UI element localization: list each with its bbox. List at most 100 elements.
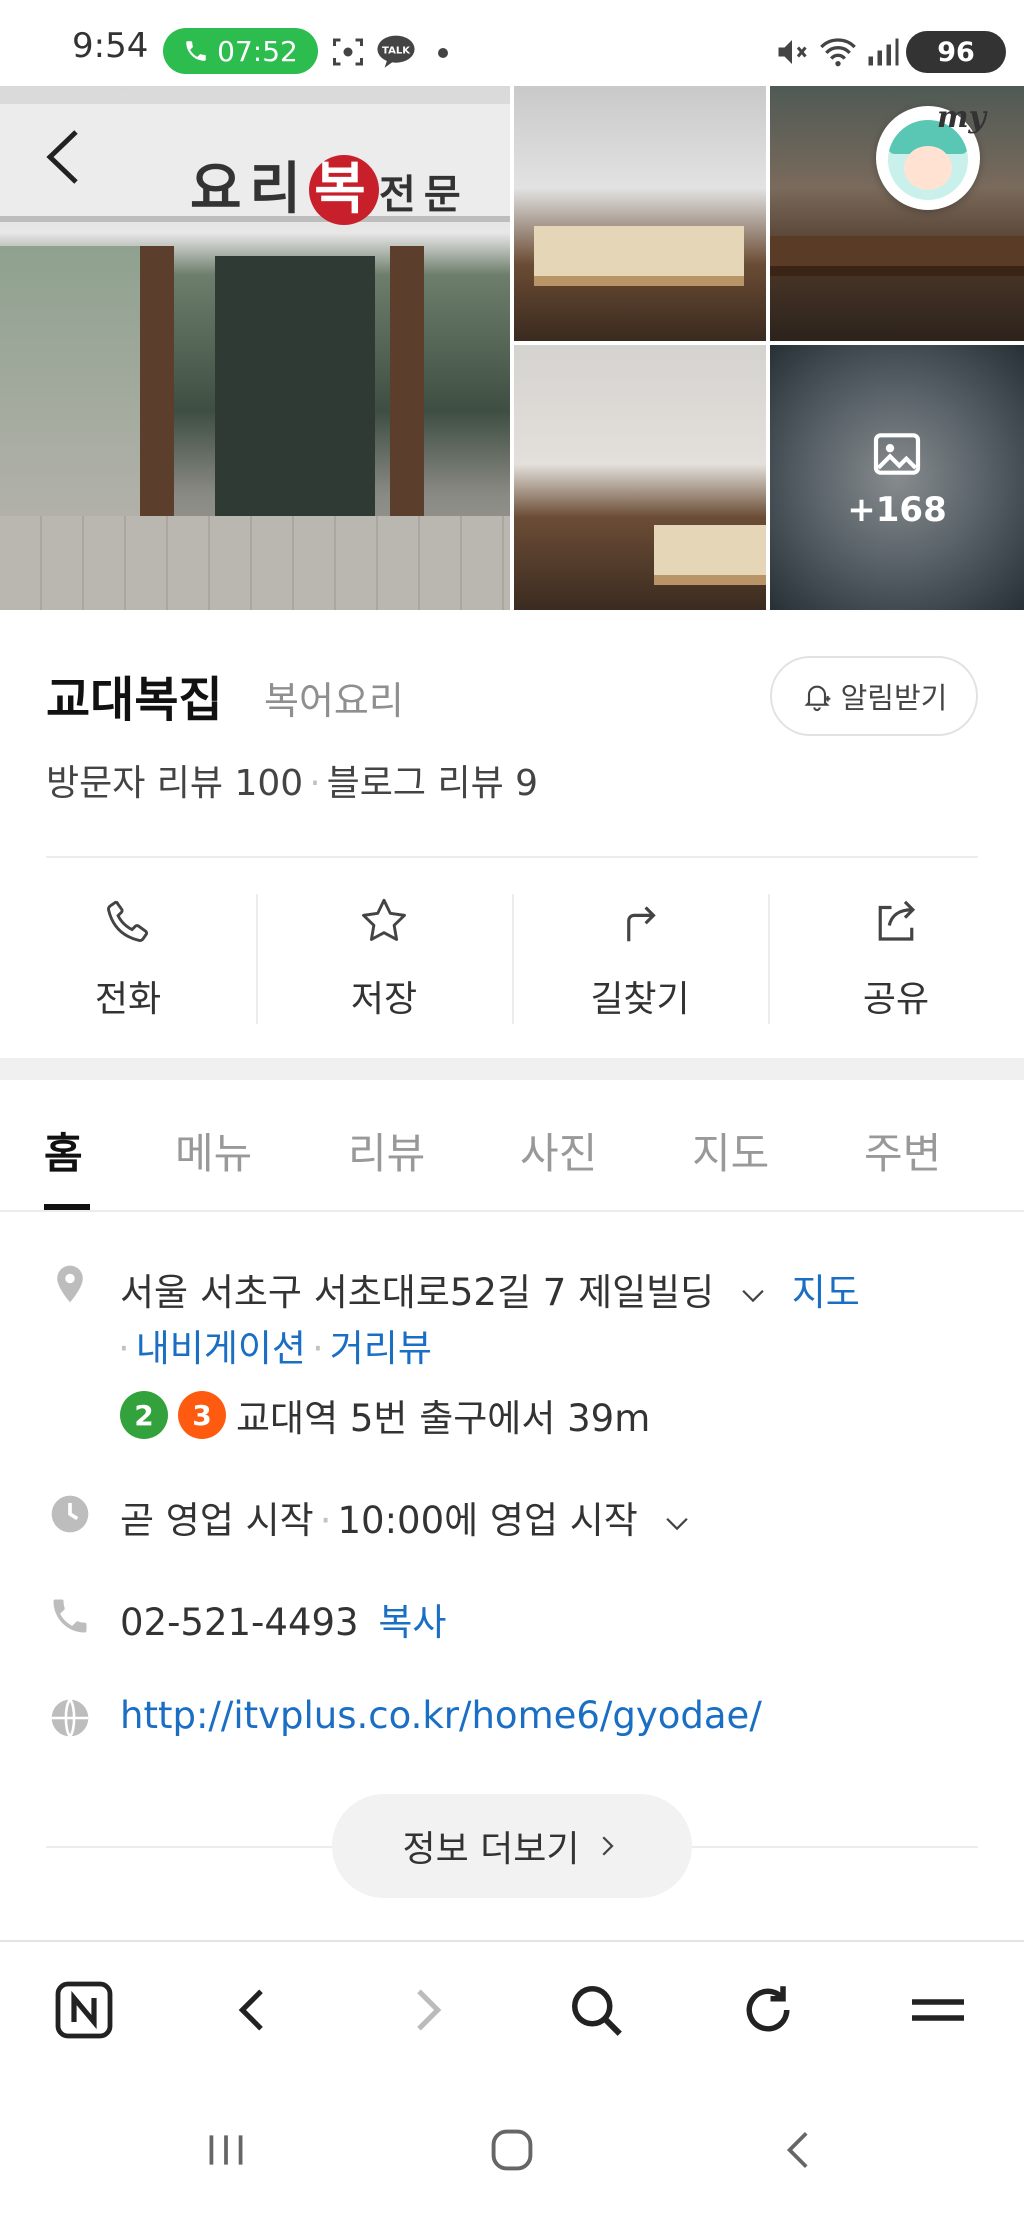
subway-info: 2 3 교대역 5번 출구에서 39m — [120, 1388, 650, 1442]
chevron-down-icon[interactable] — [660, 1506, 694, 1540]
menu-icon — [912, 1999, 964, 2021]
phone-row: 02-521-4493 복사 — [120, 1592, 446, 1646]
storefront-pillar — [390, 246, 424, 516]
browser-back-button[interactable] — [222, 1978, 286, 2042]
home-icon — [491, 2129, 533, 2171]
directions-icon — [627, 906, 656, 942]
tab-home[interactable]: 홈 — [44, 1120, 83, 1181]
browser-menu-button[interactable] — [906, 1978, 970, 2042]
navigation-link[interactable]: 내비게이션 — [136, 1327, 306, 1370]
call-button[interactable]: 전화 — [0, 858, 256, 1058]
storefront-door — [215, 256, 375, 516]
chevron-down-icon[interactable] — [736, 1278, 770, 1312]
section-gap — [0, 1058, 1024, 1080]
save-label: 저장 — [350, 979, 418, 1020]
address-links: · 내비게이션 · 거리뷰 — [118, 1327, 432, 1370]
naver-home-button[interactable] — [52, 1978, 116, 2042]
alarm-label: 알림받기 — [840, 681, 948, 715]
directions-button[interactable]: 길찾기 — [512, 858, 768, 1058]
sign-text-jeonmun: 전문 — [379, 172, 469, 218]
directions-label: 길찾기 — [590, 979, 690, 1020]
street-view-link[interactable]: 거리뷰 — [330, 1327, 432, 1370]
more-info-button[interactable]: 정보 더보기 — [332, 1794, 692, 1898]
place-category: 복어요리 — [264, 679, 404, 723]
status-time: 9:54 — [72, 26, 149, 66]
action-bar: 전화 저장 길찾기 공유 — [0, 858, 1024, 1058]
tab-menu[interactable]: 메뉴 — [175, 1120, 252, 1181]
photo-dining-room-3[interactable] — [514, 345, 766, 610]
phone-number[interactable]: 02-521-4493 — [120, 1601, 359, 1644]
phone-icon — [53, 1599, 87, 1633]
clock-icon — [51, 1495, 89, 1533]
tab-photos[interactable]: 사진 — [520, 1120, 597, 1181]
signal-icon — [868, 38, 899, 66]
hours-status: 곧 영업 시작 — [120, 1499, 314, 1542]
hours-detail: 10:00에 영업 시작 — [337, 1499, 638, 1542]
star-icon — [362, 898, 406, 941]
subway-line-3-badge: 3 — [178, 1391, 226, 1439]
sign-text-bok: 복 — [309, 155, 380, 225]
globe-icon — [51, 1698, 89, 1738]
forward-icon — [417, 1989, 442, 2031]
tab-reviews[interactable]: 리뷰 — [348, 1120, 425, 1181]
share-label: 공유 — [862, 979, 930, 1020]
visitor-reviews-link[interactable]: 방문자 리뷰 100 — [46, 763, 303, 804]
svg-text:TALK: TALK — [382, 45, 411, 56]
storefront-pavement — [0, 516, 510, 610]
tab-bar: 홈 메뉴 리뷰 사진 지도 주변 — [0, 1080, 1024, 1212]
copy-phone-button[interactable]: 복사 — [378, 1601, 446, 1644]
share-icon — [878, 900, 916, 941]
call-timer-pill[interactable]: 07:52 — [163, 28, 318, 74]
sign-text-yori: 요리 — [190, 157, 310, 222]
active-tab-indicator — [44, 1204, 90, 1210]
call-label: 전화 — [94, 979, 162, 1020]
subway-line-2-badge: 2 — [120, 1391, 168, 1439]
chevron-right-icon — [601, 1836, 614, 1856]
search-icon — [572, 1986, 622, 2036]
talk-icon: TALK — [377, 35, 415, 68]
hours-row[interactable]: 곧 영업 시작 · 10:00에 영업 시작 — [120, 1490, 694, 1544]
browser-toolbar — [0, 1942, 1024, 2072]
status-bar: 9:54 07:52 TALK 96 — [0, 0, 1024, 86]
website-link[interactable]: http://itvplus.co.kr/home6/gyodae/ — [120, 1694, 762, 1737]
share-button[interactable]: 공유 — [768, 858, 1024, 1058]
my-profile-button[interactable]: my — [876, 100, 986, 210]
image-icon — [873, 432, 921, 475]
system-navigation-bar — [0, 2072, 1024, 2219]
more-photos-count: +168 — [847, 489, 947, 530]
blog-reviews-link[interactable]: 블로그 리뷰 9 — [327, 763, 538, 804]
photo-dining-room-1[interactable] — [514, 86, 766, 341]
home-button[interactable] — [482, 2120, 542, 2180]
storefront-window — [0, 246, 140, 516]
refresh-icon — [746, 1986, 790, 2032]
more-info-section: 정보 더보기 — [0, 1794, 1024, 1898]
recent-apps-icon — [209, 2135, 243, 2165]
save-button[interactable]: 저장 — [256, 858, 512, 1058]
photo-gallery: 요리복 전문 +168 my — [0, 86, 1024, 610]
naver-n-icon — [55, 1981, 113, 2039]
alarm-button[interactable]: 알림받기 — [770, 656, 978, 736]
system-back-icon — [786, 2132, 808, 2168]
place-name: 교대복집 — [46, 672, 223, 728]
photo-more[interactable]: +168 — [770, 345, 1024, 610]
tab-nearby[interactable]: 주변 — [864, 1120, 941, 1181]
storefront-pillar — [140, 246, 174, 516]
recent-apps-button[interactable] — [196, 2120, 256, 2180]
review-counts: 방문자 리뷰 100 · 블로그 리뷰 9 — [46, 763, 539, 804]
call-timer: 07:52 — [217, 34, 298, 68]
bell-plus-icon — [804, 685, 830, 711]
browser-search-button[interactable] — [564, 1978, 628, 2042]
phone-call-icon — [186, 41, 206, 61]
phone-icon — [107, 900, 149, 942]
address-row: 서울 서초구 서초대로52길 7 제일빌딩 지도 — [120, 1262, 860, 1316]
browser-forward-button[interactable] — [394, 1978, 458, 2042]
system-back-button[interactable] — [770, 2120, 830, 2180]
website-row: http://itvplus.co.kr/home6/gyodae/ — [120, 1694, 762, 1737]
back-arrow-icon[interactable] — [38, 122, 88, 192]
browser-refresh-button[interactable] — [736, 1978, 800, 2042]
back-icon — [238, 1989, 263, 2031]
tab-map[interactable]: 지도 — [692, 1120, 769, 1181]
my-label: my — [936, 100, 986, 135]
map-link[interactable]: 지도 — [792, 1271, 860, 1314]
wifi-icon — [820, 38, 856, 67]
